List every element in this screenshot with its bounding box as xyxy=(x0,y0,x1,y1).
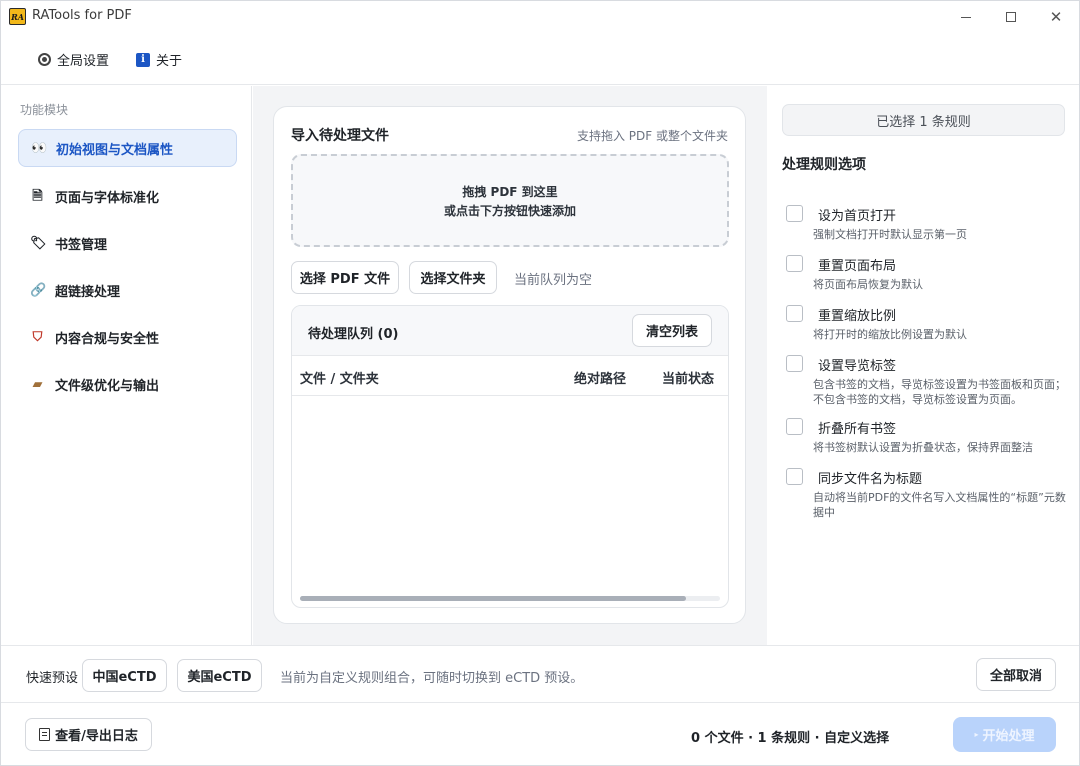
clear-list-button[interactable]: 清空列表 xyxy=(632,314,712,347)
drop-zone-line2: 或点击下方按钮快速添加 xyxy=(443,203,576,218)
column-header-file[interactable]: 文件 / 文件夹 xyxy=(300,368,379,387)
about-label: 关于 xyxy=(156,54,183,69)
preset-label: 快速预设 xyxy=(26,671,79,686)
import-hint: 支持拖入 PDF 或整个文件夹 xyxy=(576,129,728,143)
box-icon: ▰ xyxy=(32,376,43,392)
rule-desc: 包含书签的文档，导览标签设置为书签面板和页面；不包含书签的文档，导览标签设置为页… xyxy=(813,378,1066,406)
start-processing-label: 开始处理 xyxy=(982,729,1035,744)
app-logo: RA xyxy=(9,8,26,25)
view-log-label: 查看/导出日志 xyxy=(55,729,138,744)
preset-hint: 当前为自定义规则组合，可随时切换到 eCTD 预设。 xyxy=(280,671,584,686)
rule-desc: 强制文档打开时默认显示第一页 xyxy=(813,228,967,241)
minimize-icon xyxy=(961,16,971,18)
rule-label: 重置缩放比例 xyxy=(818,309,897,324)
sidebar-item-label: 初始视图与文档属性 xyxy=(56,142,174,158)
rule-checkbox[interactable] xyxy=(786,255,803,272)
app-window: RA RATools for PDF ✕ 全局设置 i 关于 功能模块 👀 初始… xyxy=(0,0,1080,766)
rule-checkbox[interactable] xyxy=(786,468,803,485)
rule-desc: 自动将当前PDF的文件名写入文档属性的“标题”元数据中 xyxy=(813,491,1066,519)
clipboard-icon xyxy=(39,728,51,741)
center-panel: 导入待处理文件 支持拖入 PDF 或整个文件夹 拖拽 PDF 到这里 或点击下方… xyxy=(253,86,767,645)
queue-status: 当前队列为空 xyxy=(514,273,593,288)
info-icon: i xyxy=(136,52,150,67)
column-header-path[interactable]: 绝对路径 xyxy=(574,368,626,387)
rules-title: 处理规则选项 xyxy=(782,157,866,173)
queue-table-header: 文件 / 文件夹 绝对路径 当前状态 xyxy=(292,356,728,396)
sidebar-item-security[interactable]: ⛉ 内容合规与安全性 xyxy=(18,318,237,356)
minimize-button[interactable] xyxy=(946,4,986,30)
rule-checkbox[interactable] xyxy=(786,418,803,435)
horizontal-scrollbar[interactable] xyxy=(300,596,720,601)
queue-header: 待处理队列 (0) 清空列表 xyxy=(292,306,728,356)
rule-label: 折叠所有书签 xyxy=(818,422,897,437)
import-card: 导入待处理文件 支持拖入 PDF 或整个文件夹 拖拽 PDF 到这里 或点击下方… xyxy=(273,106,746,624)
play-icon: ▸ xyxy=(974,730,979,739)
sidebar-title: 功能模块 xyxy=(20,103,69,117)
sidebar-item-label: 文件级优化与输出 xyxy=(55,378,160,394)
selected-rules-count: 已选择 1 条规则 xyxy=(782,104,1065,136)
rule-checkbox[interactable] xyxy=(786,205,803,222)
preset-bar: 快速预设 中国eCTD 美国eCTD 当前为自定义规则组合，可随时切换到 eCT… xyxy=(1,645,1079,703)
sidebar: 功能模块 👀 初始视图与文档属性 🗎 页面与字体标准化 🏷 书签管理 🔗 超链接… xyxy=(1,86,252,645)
sidebar-item-hyperlinks[interactable]: 🔗 超链接处理 xyxy=(18,271,237,309)
start-processing-button[interactable]: ▸ 开始处理 xyxy=(953,717,1056,752)
sidebar-item-label: 书签管理 xyxy=(55,237,108,253)
tag-icon: 🏷 xyxy=(30,235,47,251)
sidebar-item-label: 超链接处理 xyxy=(55,284,121,300)
sidebar-item-label: 内容合规与安全性 xyxy=(55,331,160,347)
rules-panel: 已选择 1 条规则 处理规则选项 设为首页打开 强制文档打开时默认显示第一页 重… xyxy=(768,86,1079,645)
title-bar: RA RATools for PDF ✕ xyxy=(1,1,1079,33)
drop-zone[interactable]: 拖拽 PDF 到这里 或点击下方按钮快速添加 xyxy=(291,154,729,247)
close-icon: ✕ xyxy=(1049,7,1063,26)
maximize-button[interactable] xyxy=(991,4,1031,30)
select-folder-button[interactable]: 选择文件夹 xyxy=(409,261,497,294)
select-pdf-button[interactable]: 选择 PDF 文件 xyxy=(291,261,399,294)
menu-bar: 全局设置 i 关于 xyxy=(1,33,1079,85)
global-settings-button[interactable]: 全局设置 xyxy=(38,50,109,69)
rule-checkbox[interactable] xyxy=(786,305,803,322)
rule-desc: 将书签树默认设置为折叠状态，保持界面整洁 xyxy=(813,441,1033,454)
sidebar-item-bookmarks[interactable]: 🏷 书签管理 xyxy=(18,224,237,262)
queue-box: 待处理队列 (0) 清空列表 文件 / 文件夹 绝对路径 当前状态 xyxy=(291,305,729,608)
close-button[interactable]: ✕ xyxy=(1036,4,1076,30)
column-header-status[interactable]: 当前状态 xyxy=(662,368,714,387)
rule-checkbox[interactable] xyxy=(786,355,803,372)
page-icon: 🗎 xyxy=(32,188,43,204)
rule-desc: 将页面布局恢复为默认 xyxy=(813,278,923,291)
rule-label: 重置页面布局 xyxy=(818,259,897,274)
rule-label: 同步文件名为标题 xyxy=(818,472,923,487)
shield-icon: ⛉ xyxy=(32,329,43,345)
status-summary: 0 个文件 · 1 条规则 · 自定义选择 xyxy=(691,731,890,746)
sidebar-item-label: 页面与字体标准化 xyxy=(55,190,160,206)
footer: 查看/导出日志 0 个文件 · 1 条规则 · 自定义选择 ▸ 开始处理 xyxy=(1,704,1079,765)
rule-label: 设置导览标签 xyxy=(818,359,897,374)
sidebar-item-initial-view[interactable]: 👀 初始视图与文档属性 xyxy=(18,129,237,167)
sidebar-item-page-font[interactable]: 🗎 页面与字体标准化 xyxy=(18,177,237,215)
view-log-button[interactable]: 查看/导出日志 xyxy=(25,718,152,751)
rule-desc: 将打开时的缩放比例设置为默认 xyxy=(813,328,967,341)
drop-zone-line1: 拖拽 PDF 到这里 xyxy=(462,184,558,199)
rule-label: 设为首页打开 xyxy=(818,209,897,224)
maximize-icon xyxy=(1006,12,1016,22)
sidebar-item-output[interactable]: ▰ 文件级优化与输出 xyxy=(18,365,237,403)
preset-us-ectd-button[interactable]: 美国eCTD xyxy=(177,659,262,692)
import-title: 导入待处理文件 xyxy=(291,128,389,144)
link-icon: 🔗 xyxy=(30,282,47,298)
global-settings-label: 全局设置 xyxy=(57,54,110,69)
eyes-icon: 👀 xyxy=(31,140,48,156)
window-title: RATools for PDF xyxy=(32,8,132,23)
gear-icon xyxy=(38,53,51,66)
queue-title: 待处理队列 (0) xyxy=(308,327,399,342)
about-button[interactable]: i 关于 xyxy=(136,50,182,69)
preset-china-ectd-button[interactable]: 中国eCTD xyxy=(82,659,167,692)
cancel-all-button[interactable]: 全部取消 xyxy=(976,658,1056,691)
scrollbar-thumb[interactable] xyxy=(300,596,686,601)
